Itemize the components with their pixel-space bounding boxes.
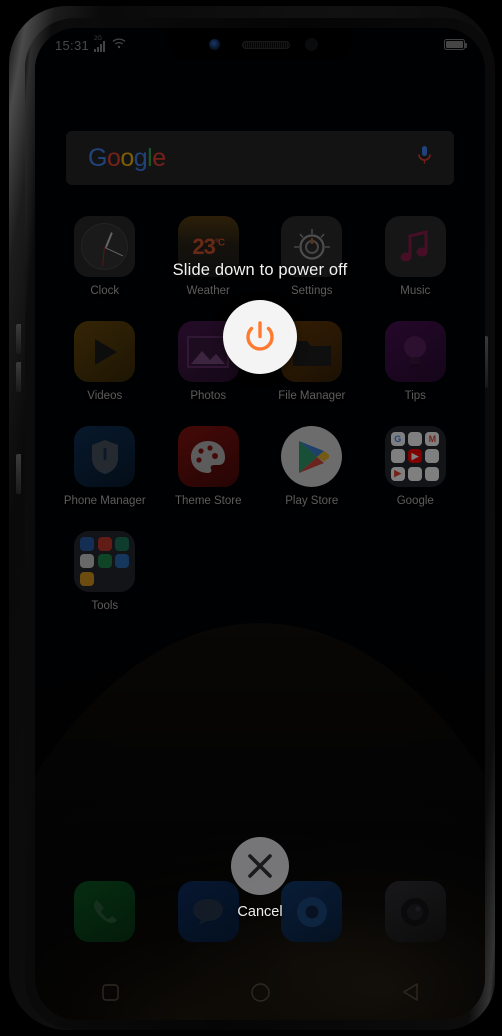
cancel-label: Cancel — [237, 904, 283, 920]
power-off-overlay: Slide down to power off Cancel — [35, 28, 485, 1020]
phone-frame: Google — [9, 6, 495, 1030]
cancel-button[interactable] — [231, 837, 289, 895]
volume-up-button[interactable] — [16, 324, 21, 354]
slide-down-hint-text: Slide down to power off — [172, 261, 348, 279]
cancel-group[interactable]: Cancel — [231, 837, 289, 920]
power-hardware-button[interactable] — [16, 454, 21, 494]
phone-screen: Google — [35, 28, 485, 1020]
close-x-icon — [248, 854, 272, 878]
power-off-slider-button[interactable] — [223, 300, 297, 374]
volume-down-button[interactable] — [16, 362, 21, 392]
power-icon — [246, 321, 274, 351]
